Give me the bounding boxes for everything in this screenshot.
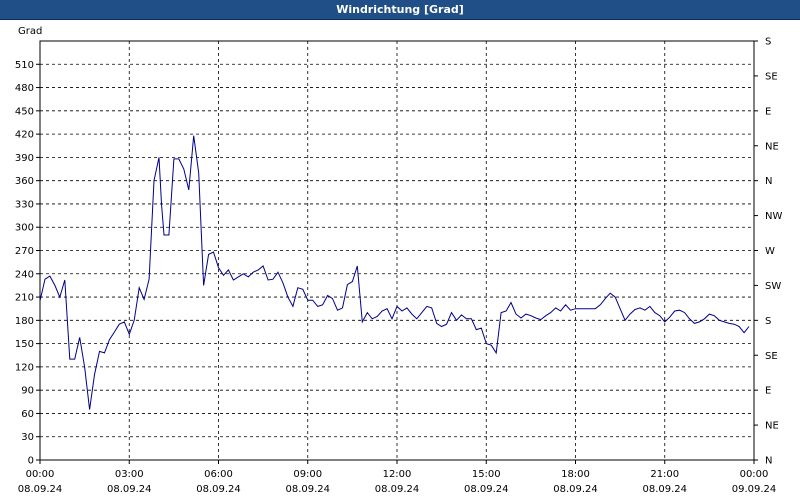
y-tick-label: 300 [15, 223, 34, 234]
right-tick-label: E [765, 386, 771, 397]
x-tick-time-label: 00:00 [740, 469, 769, 480]
y-tick-label: 120 [15, 362, 34, 373]
y-tick-label: 180 [15, 316, 34, 327]
left-axis: 0 30 60 90 120 150 180 210 240 270 300 330 360 390 420… [15, 60, 40, 467]
x-tick-date-label: 08.09.24 [285, 484, 330, 495]
right-tick-label: NE [765, 421, 779, 432]
right-tick-label: SW [765, 281, 781, 292]
y-tick-label: 0 [28, 456, 34, 467]
y-tick-label: 450 [15, 106, 34, 117]
right-tick-label: NE [765, 141, 779, 152]
x-tick-date-label: 08.09.24 [375, 484, 420, 495]
x-axis: 00:00 08.09.24 03:00 08.09.24 06:00 08.09.24 0… [18, 460, 777, 495]
x-tick-date-label: 08.09.24 [553, 484, 598, 495]
x-tick-date-label: 08.09.24 [642, 484, 687, 495]
x-tick-date-label: 09.09.24 [732, 484, 777, 495]
y-tick-label: 150 [15, 339, 34, 350]
y-tick-label: 60 [21, 409, 34, 420]
x-tick-date-label: 08.09.24 [107, 484, 152, 495]
y-tick-label: 480 [15, 83, 34, 94]
y-tick-label: 270 [15, 246, 34, 257]
right-tick-label: S [765, 316, 771, 327]
y-tick-label: 510 [15, 60, 34, 71]
y-tick-label: 90 [21, 386, 34, 397]
window-title: Windrichtung [Grad] [0, 0, 800, 20]
right-tick-label: N [765, 176, 772, 187]
x-tick-date-label: 08.09.24 [18, 484, 63, 495]
x-tick-time-label: 06:00 [204, 469, 233, 480]
right-tick-label: NW [765, 211, 782, 222]
x-tick-time-label: 03:00 [115, 469, 144, 480]
y-tick-label: 420 [15, 130, 34, 141]
right-tick-label: N [765, 456, 772, 467]
x-tick-time-label: 18:00 [561, 469, 590, 480]
y-tick-label: 30 [21, 432, 34, 443]
right-tick-label: W [765, 246, 775, 257]
y-tick-label: 330 [15, 199, 34, 210]
right-tick-label: SE [765, 71, 778, 82]
x-tick-time-label: 00:00 [26, 469, 55, 480]
y-tick-label: 210 [15, 293, 34, 304]
y-tick-label: 240 [15, 269, 34, 280]
wind-direction-chart: 0 30 60 90 120 150 180 210 240 270 300 330 360 390 420… [15, 26, 783, 495]
x-tick-time-label: 09:00 [293, 469, 322, 480]
right-tick-label: SE [765, 351, 778, 362]
x-tick-date-label: 08.09.24 [196, 484, 241, 495]
x-tick-time-label: 15:00 [472, 469, 501, 480]
x-tick-date-label: 08.09.24 [464, 484, 509, 495]
y-tick-label: 390 [15, 153, 34, 164]
x-tick-time-label: 21:00 [650, 469, 679, 480]
right-tick-label: S [765, 37, 771, 48]
y-tick-label: 360 [15, 176, 34, 187]
y-axis-label: Grad [18, 26, 42, 37]
right-tick-label: E [765, 106, 771, 117]
x-tick-time-label: 12:00 [383, 469, 412, 480]
right-axis: N NE E SE S SW W NW N NE E SE S [754, 37, 782, 467]
